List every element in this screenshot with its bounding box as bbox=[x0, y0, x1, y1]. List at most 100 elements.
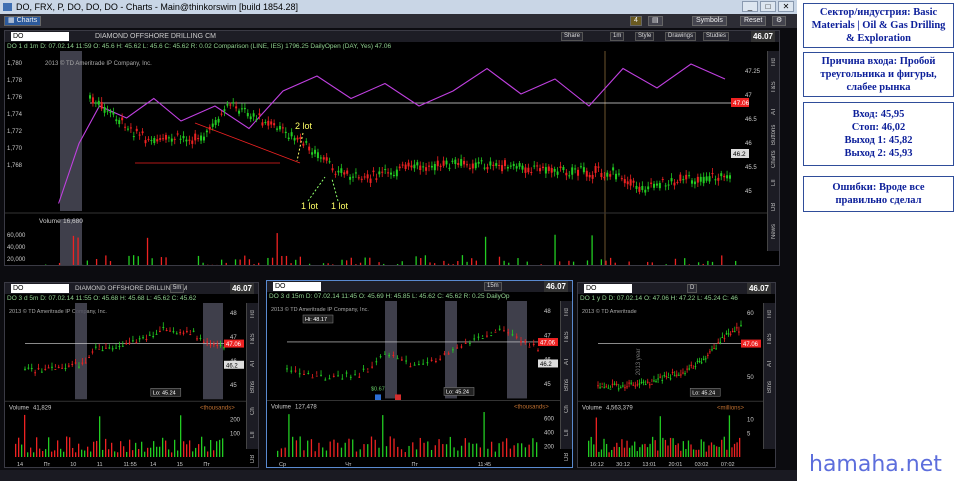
pane-chart-canvas[interactable]: 2013 © TD Ameritrade IP Company, Inc. 48 4… bbox=[5, 303, 248, 468]
side-tab[interactable]: LII bbox=[561, 421, 572, 445]
pane-symbol-input[interactable]: DO bbox=[273, 282, 321, 291]
candle bbox=[206, 341, 209, 343]
side-tab[interactable]: DB bbox=[768, 195, 779, 219]
candle bbox=[520, 341, 522, 343]
side-tab[interactable]: T&S bbox=[561, 325, 572, 349]
side-tab[interactable]: T&S bbox=[764, 327, 775, 351]
volume-bar bbox=[54, 450, 56, 457]
main-chart-pane[interactable]: DO DIAMOND OFFSHORE DRILLING CM Share 1m… bbox=[4, 30, 780, 266]
share-button[interactable]: Share bbox=[561, 32, 584, 41]
side-tab[interactable]: Ch bbox=[247, 399, 258, 423]
volume-bar bbox=[498, 256, 501, 265]
pane-interval-button[interactable]: 15m bbox=[484, 282, 502, 291]
minimize-button[interactable]: _ bbox=[742, 1, 758, 12]
main-chart-canvas[interactable]: 2013 © TD Ameritrade IP Company, Inc. 1,7… bbox=[5, 51, 780, 266]
side-tab[interactable]: Trd bbox=[247, 303, 258, 327]
pane-symbol-input[interactable]: DO bbox=[11, 284, 69, 293]
volume-bar bbox=[102, 449, 104, 457]
volume-bar bbox=[649, 443, 651, 457]
candle bbox=[252, 113, 255, 117]
side-tab[interactable]: AT bbox=[561, 349, 572, 373]
candle bbox=[714, 179, 717, 181]
tab-charts[interactable]: ▦ Charts bbox=[4, 16, 42, 26]
candle bbox=[57, 366, 60, 368]
volume-tick: 20,000 bbox=[7, 257, 26, 263]
trendline bbox=[194, 122, 301, 164]
side-tab[interactable]: Ch bbox=[561, 397, 572, 421]
side-tab[interactable]: AT bbox=[764, 351, 775, 375]
candle bbox=[430, 165, 433, 168]
grid-badge[interactable]: 4 bbox=[630, 16, 642, 26]
time-tick: Пт bbox=[44, 462, 51, 468]
side-tab[interactable]: Btns bbox=[247, 375, 258, 399]
pane-15m[interactable]: DO 15m 46.07 DO 3 d 15m D: 07.02.14 11:45 O… bbox=[266, 280, 573, 468]
volume-bar bbox=[739, 437, 741, 457]
volume-bar bbox=[396, 264, 399, 265]
side-tab[interactable]: T&S bbox=[247, 327, 258, 351]
pane-chart-canvas[interactable]: 2013 © TD Ameritrade60555047.06Lo: 45.24… bbox=[578, 303, 765, 468]
volume-bar bbox=[340, 447, 343, 457]
candle bbox=[281, 127, 284, 129]
interval-button[interactable]: 1m bbox=[610, 32, 625, 41]
candle bbox=[103, 107, 106, 113]
reset-button[interactable]: Reset bbox=[740, 16, 767, 26]
pane-interval-button[interactable]: 5m bbox=[170, 284, 185, 293]
gear-icon[interactable]: ⚙ bbox=[772, 16, 787, 26]
candle bbox=[132, 340, 134, 342]
candle bbox=[574, 168, 577, 170]
drawings-button[interactable]: Drawings bbox=[665, 32, 697, 41]
candle bbox=[217, 118, 220, 123]
candle bbox=[129, 127, 132, 129]
side-tab[interactable]: AT bbox=[768, 99, 779, 123]
main-symbol-input[interactable]: DO bbox=[11, 32, 69, 41]
side-tab[interactable]: Trd bbox=[561, 301, 572, 325]
studies-button[interactable]: Studies bbox=[703, 32, 730, 41]
candle bbox=[524, 341, 527, 343]
main-stat-line: DO 1 d 1m D: 07.02.14 11:59 O: 45.6 H: 4… bbox=[7, 43, 392, 50]
volume-bar bbox=[728, 415, 731, 457]
side-tab[interactable]: DB bbox=[247, 447, 258, 467]
volume-bar bbox=[644, 443, 646, 457]
session-highlight bbox=[445, 301, 457, 399]
volume-bar bbox=[453, 447, 455, 457]
candle bbox=[597, 166, 600, 168]
volume-tick: 40,000 bbox=[7, 245, 26, 251]
volume-bar bbox=[105, 438, 107, 457]
close-button[interactable]: ✕ bbox=[778, 1, 794, 12]
pane-5m[interactable]: DO DIAMOND OFFSHORE DRILLING CM 5m 46.07 DO … bbox=[4, 282, 259, 468]
volume-bar bbox=[705, 451, 708, 457]
volume-bar bbox=[702, 263, 704, 265]
candle bbox=[617, 173, 620, 175]
pane-daily[interactable]: DO D 46.07 DO 1 y D D: 07.02.14 O: 47.06 H:… bbox=[577, 282, 776, 468]
side-tab[interactable]: DB bbox=[561, 445, 572, 467]
volume-bar bbox=[636, 451, 638, 457]
style-button[interactable]: Style bbox=[635, 32, 655, 41]
side-tab[interactable]: LII bbox=[768, 171, 779, 195]
candle bbox=[152, 336, 155, 338]
volume-bar bbox=[685, 448, 687, 457]
candle bbox=[489, 161, 492, 166]
pane-interval-button[interactable]: D bbox=[687, 284, 698, 293]
pane-symbol-input[interactable]: DO bbox=[584, 284, 632, 293]
maximize-button[interactable]: □ bbox=[760, 1, 776, 12]
candle bbox=[740, 324, 742, 326]
layout-icon[interactable]: ▤ bbox=[648, 16, 663, 26]
pane-chart-canvas[interactable]: 2013 © TD Ameritrade IP Company, Inc. 48 4… bbox=[267, 301, 562, 468]
volume-bar bbox=[314, 451, 316, 457]
side-tab[interactable]: LII bbox=[247, 423, 258, 447]
candle bbox=[328, 378, 331, 380]
side-tab[interactable]: Trd bbox=[764, 303, 775, 327]
side-tab[interactable]: T&S bbox=[768, 75, 779, 99]
side-tab[interactable]: Trd bbox=[768, 51, 779, 75]
side-tab[interactable]: Charts bbox=[768, 147, 779, 171]
candle bbox=[591, 174, 594, 179]
side-tab[interactable]: News bbox=[768, 219, 779, 243]
symbols-button[interactable]: Symbols bbox=[692, 16, 727, 26]
side-tab[interactable]: Btns bbox=[561, 373, 572, 397]
side-tab[interactable]: Btns bbox=[764, 375, 775, 399]
volume-bar bbox=[600, 259, 603, 265]
candle bbox=[658, 182, 661, 189]
candle bbox=[723, 338, 726, 340]
side-tab[interactable]: AT bbox=[247, 351, 258, 375]
side-tab[interactable]: Buttons bbox=[768, 123, 779, 147]
